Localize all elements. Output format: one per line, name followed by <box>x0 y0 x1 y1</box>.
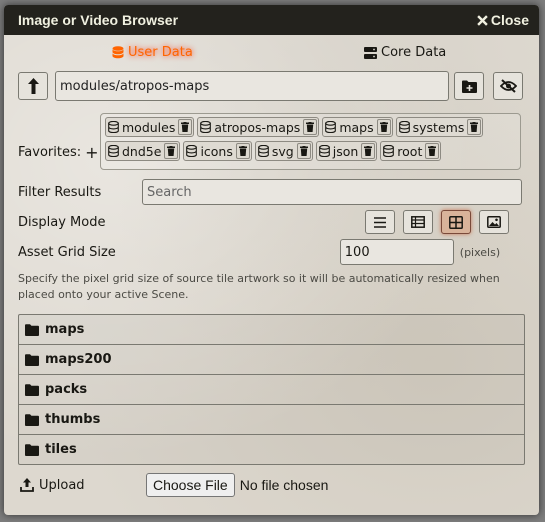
directory-label: tiles <box>45 442 77 457</box>
level-up-icon <box>27 78 39 94</box>
favorite-chip[interactable]: atropos-maps <box>197 117 320 137</box>
database-icon <box>318 145 330 157</box>
database-icon <box>112 46 124 59</box>
trash-icon[interactable] <box>361 143 376 159</box>
table-list-icon <box>411 216 425 228</box>
close-icon <box>477 14 488 26</box>
folder-icon <box>25 353 39 366</box>
list-icon <box>374 216 386 228</box>
trash-icon[interactable] <box>235 143 250 159</box>
toggle-privacy-button[interactable] <box>493 72 523 100</box>
trash-icon[interactable] <box>164 143 179 159</box>
close-label: Close <box>490 12 529 28</box>
database-icon <box>200 121 212 133</box>
window-title: Image or Video Browser <box>18 12 179 28</box>
directory-row[interactable]: thumbs <box>19 405 524 435</box>
folder-icon <box>25 443 39 456</box>
directory-label: maps <box>45 322 85 337</box>
choose-file-button[interactable]: Choose File <box>146 473 235 497</box>
display-mode-label: Display Mode <box>18 214 106 230</box>
filter-label: Filter Results <box>18 184 102 200</box>
favorite-label: svg <box>271 143 294 159</box>
tab-core-data-label: Core Data <box>381 45 447 60</box>
window-titlebar[interactable]: Image or Video Browser Close <box>4 5 539 35</box>
upload-label-text: Upload <box>39 477 85 493</box>
folder-icon <box>25 413 39 426</box>
eye-slash-icon <box>499 79 517 93</box>
favorite-label: maps <box>339 119 374 135</box>
file-status: No file chosen <box>239 477 329 493</box>
favorite-label: json <box>332 143 359 159</box>
favorite-label: root <box>397 143 423 159</box>
trash-icon[interactable] <box>303 119 318 135</box>
file-picker-window: Image or Video Browser Close User Data C… <box>4 5 539 515</box>
favorite-label: modules <box>122 119 176 135</box>
database-icon <box>186 145 198 157</box>
favorites-label-text: Favorites: <box>18 144 82 160</box>
images-mode-button[interactable] <box>479 210 509 234</box>
image-icon <box>487 216 501 228</box>
search-input[interactable]: Search <box>142 179 522 205</box>
thumbs-mode-button[interactable] <box>403 210 433 234</box>
add-favorite-button[interactable]: + <box>85 144 98 160</box>
folder-icon <box>25 323 39 336</box>
database-icon <box>108 121 119 133</box>
favorite-chip[interactable]: root <box>380 141 442 161</box>
favorite-chip[interactable]: systems <box>395 117 484 137</box>
create-folder-button[interactable] <box>454 72 484 100</box>
database-icon <box>325 121 337 133</box>
favorite-chip[interactable]: icons <box>183 141 252 161</box>
trash-icon[interactable] <box>467 119 482 135</box>
favorite-chip[interactable]: maps <box>322 117 393 137</box>
tab-user-data-label: User Data <box>128 45 193 60</box>
tiles-mode-button[interactable] <box>441 210 471 234</box>
grid-icon <box>449 215 463 229</box>
favorite-chip[interactable]: svg <box>254 141 313 161</box>
favorites-list: modules atropos-maps maps systems dnd5e icons… <box>100 113 521 170</box>
favorites-label: Favorites: + <box>18 113 100 170</box>
trash-icon[interactable] <box>376 119 391 135</box>
favorite-chip[interactable]: dnd5e <box>105 141 181 161</box>
directory-row[interactable]: maps <box>19 315 524 345</box>
favorite-chip[interactable]: modules <box>105 117 195 137</box>
trash-icon[interactable] <box>425 143 440 159</box>
directory-row[interactable]: tiles <box>19 435 524 464</box>
server-icon <box>364 46 377 59</box>
folder-plus-icon <box>461 80 477 93</box>
close-button[interactable]: Close <box>477 12 529 28</box>
source-tabs: User Data Core Data <box>18 35 525 69</box>
folder-icon <box>25 383 39 396</box>
directory-label: packs <box>45 382 88 397</box>
directory-label: maps200 <box>45 352 112 367</box>
favorite-label: atropos-maps <box>214 119 301 135</box>
directory-row[interactable]: packs <box>19 375 524 405</box>
directory-row[interactable]: maps200 <box>19 345 524 375</box>
upload-icon <box>20 478 34 492</box>
database-icon <box>108 145 119 157</box>
favorite-chip[interactable]: json <box>315 141 378 161</box>
list-mode-button[interactable] <box>365 210 395 234</box>
upload-label: Upload <box>18 478 146 493</box>
tab-user-data[interactable]: User Data <box>112 45 193 60</box>
database-icon <box>258 145 269 157</box>
favorite-label: systems <box>412 119 465 135</box>
trash-icon[interactable] <box>178 119 193 135</box>
trash-icon[interactable] <box>296 143 311 159</box>
tab-core-data[interactable]: Core Data <box>364 45 446 60</box>
favorite-label: icons <box>200 143 233 159</box>
path-input[interactable]: modules/atropos-maps <box>55 71 449 101</box>
directory-list: maps maps200 packs thumbs tiles <box>18 314 525 465</box>
back-button[interactable] <box>18 72 48 100</box>
grid-size-label: Asset Grid Size <box>18 244 116 260</box>
directory-label: thumbs <box>45 412 101 427</box>
favorite-label: dnd5e <box>122 143 162 159</box>
database-icon <box>383 145 395 157</box>
grid-size-hint: Specify the pixel grid size of source ti… <box>18 272 500 301</box>
grid-size-input[interactable]: 100 <box>339 239 454 265</box>
grid-size-units: (pixels) <box>459 245 501 259</box>
database-icon <box>398 121 410 133</box>
